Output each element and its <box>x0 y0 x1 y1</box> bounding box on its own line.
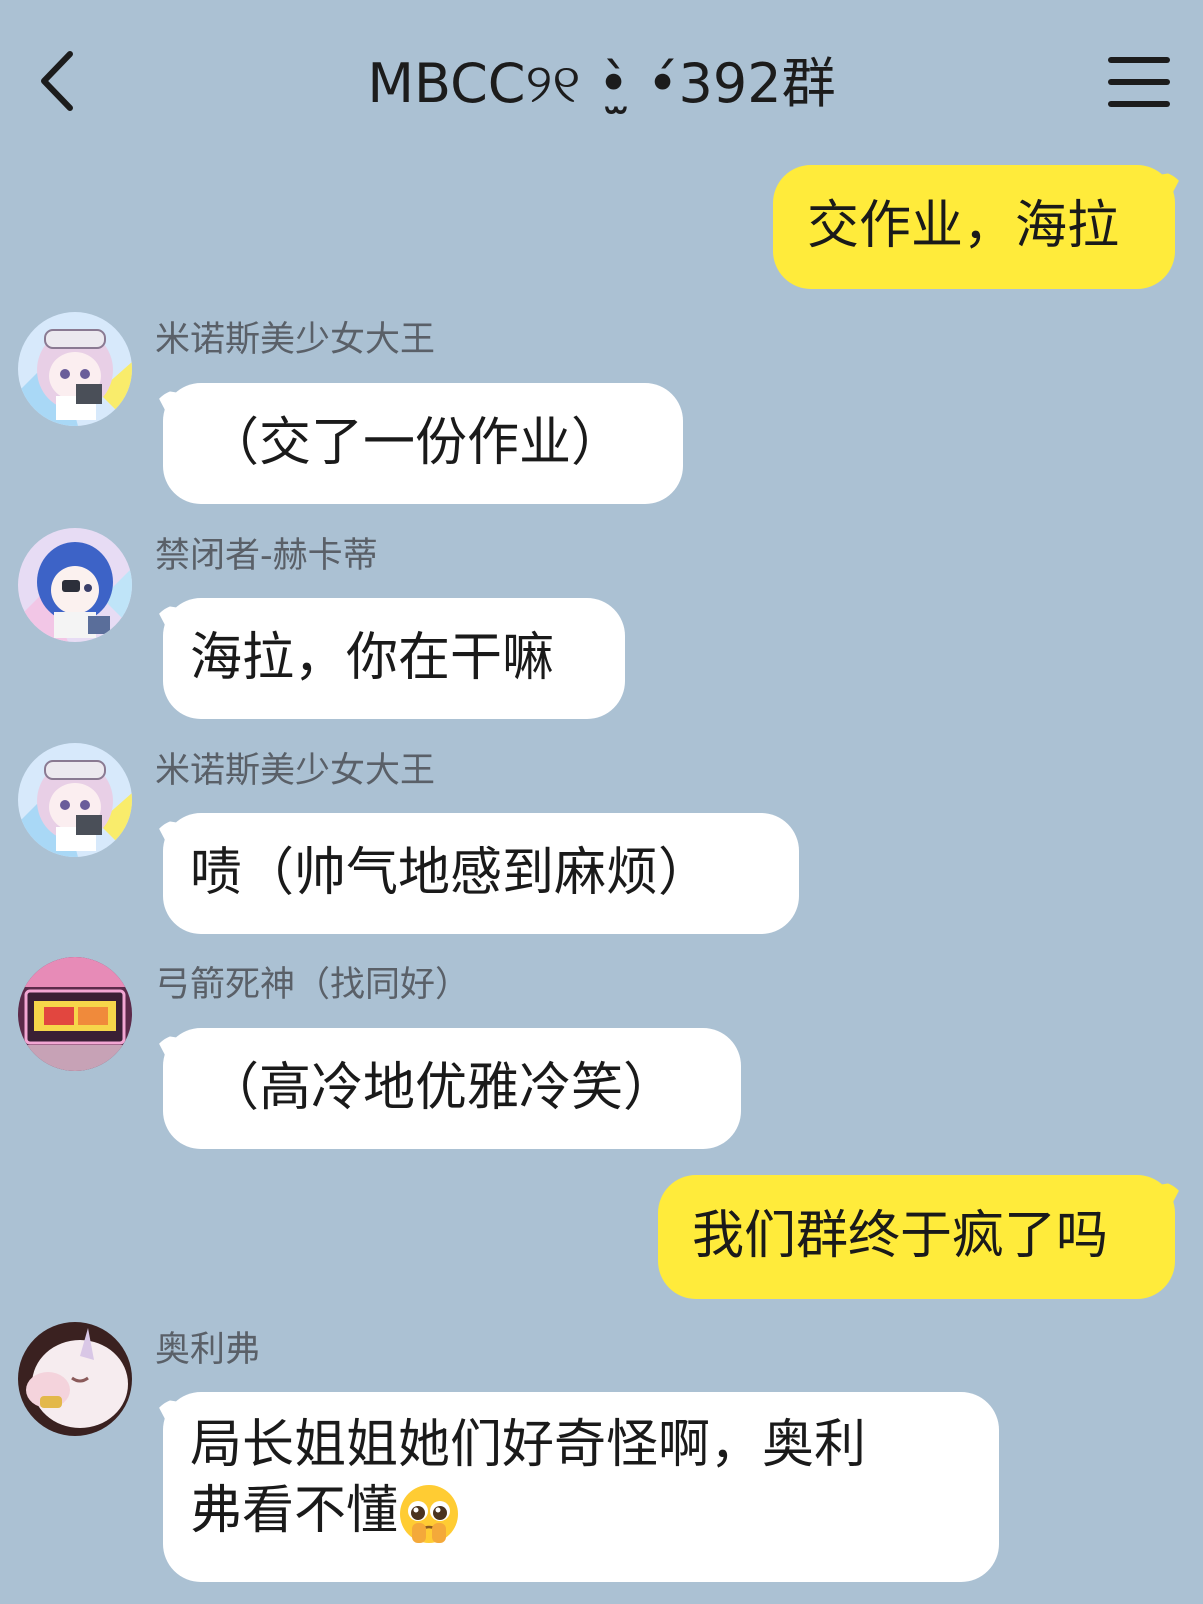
hamburger-menu-icon <box>1108 57 1170 107</box>
sender-name: 弓箭死神（找同好） <box>155 965 471 1005</box>
avatar[interactable] <box>18 743 132 857</box>
arcade-machine-avatar-icon <box>18 957 132 1071</box>
message-text: （高冷地优雅冷笑） <box>207 1058 676 1118</box>
menu-button[interactable] <box>1105 52 1173 114</box>
pleading-face-icon <box>400 1485 459 1543</box>
incoming-message-bubble[interactable]: （高冷地优雅冷笑） <box>163 1028 741 1149</box>
incoming-message-bubble[interactable]: 海拉，你在干嘛 <box>163 598 625 719</box>
anime-girl-avatar-icon <box>18 528 132 642</box>
message-text: 啧（帅气地感到麻烦） <box>190 843 711 903</box>
chevron-left-icon <box>41 51 73 111</box>
chat-title: MBCC୨୧ •̫̀ •́392群 <box>367 52 836 115</box>
outgoing-message-bubble[interactable]: 我们群终于疯了吗 <box>658 1175 1175 1299</box>
avatar[interactable] <box>18 528 132 642</box>
incoming-message-bubble[interactable]: 啧（帅气地感到麻烦） <box>163 813 799 934</box>
outgoing-message-bubble[interactable]: 交作业，海拉 <box>773 165 1175 289</box>
avatar[interactable] <box>18 957 132 1071</box>
sender-name: 米诺斯美少女大王 <box>155 751 436 791</box>
anime-girl-avatar-icon <box>18 743 132 857</box>
message-text: 我们群终于疯了吗 <box>692 1206 1109 1266</box>
incoming-message-bubble[interactable]: （交了一份作业） <box>163 383 683 504</box>
message-text-line: 局长姐姐她们好奇怪啊，奥利 <box>190 1415 867 1475</box>
chat-header: MBCC୨୧ •̫̀ •́392群 <box>0 0 1203 160</box>
unicorn-plush-avatar-icon <box>18 1322 132 1436</box>
anime-girl-avatar-icon <box>18 312 132 426</box>
message-text: （交了一份作业） <box>207 413 624 473</box>
incoming-message-bubble[interactable]: 局长姐姐她们好奇怪啊，奥利 弗看不懂 <box>163 1392 999 1582</box>
sender-name: 米诺斯美少女大王 <box>155 320 436 360</box>
message-text-fragment: 弗看不懂 <box>190 1481 399 1541</box>
back-button[interactable] <box>30 46 90 116</box>
message-text-line: 弗看不懂 <box>190 1478 999 1545</box>
sender-name: 奥利弗 <box>155 1330 261 1370</box>
sender-name: 禁闭者-赫卡蒂 <box>155 536 378 576</box>
message-text: 海拉，你在干嘛 <box>190 628 555 688</box>
avatar[interactable] <box>18 1322 132 1436</box>
avatar[interactable] <box>18 312 132 426</box>
message-text: 交作业，海拉 <box>807 196 1120 256</box>
